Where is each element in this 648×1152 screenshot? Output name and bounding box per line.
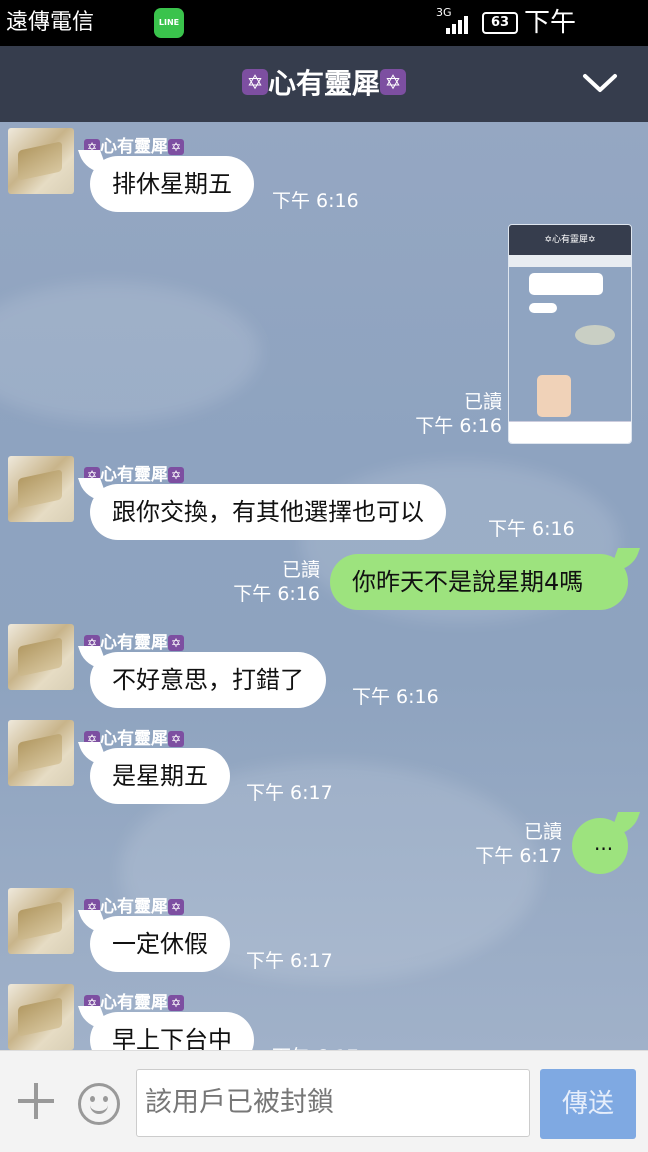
star-of-david-icon: ✡ xyxy=(380,69,406,95)
thumbnail-sticker xyxy=(575,325,615,345)
avatar[interactable] xyxy=(8,720,74,786)
chat-title-text: 心有靈犀 xyxy=(267,67,380,100)
message-meta: 已讀 下午 6:16 xyxy=(380,390,502,438)
input-bar: 該用戶已被封鎖 傳送 xyxy=(0,1050,648,1152)
line-app-icon: LINE xyxy=(154,8,184,38)
message-time: 下午 6:17 xyxy=(272,1042,359,1050)
avatar[interactable] xyxy=(8,456,74,522)
message-time: 下午 6:16 xyxy=(352,686,439,708)
avatar[interactable] xyxy=(8,888,74,954)
image-message[interactable]: ✡心有靈犀✡ xyxy=(508,224,632,444)
message-time: 下午 6:17 xyxy=(475,845,562,867)
chat-area[interactable]: ✡ 心有靈犀 ✡ 排休星期五 下午 6:16 ✡心有靈犀✡ 已讀 下午 6:16 ✡… xyxy=(0,122,648,1050)
read-receipt: 已讀 xyxy=(523,821,562,843)
message-input[interactable]: 該用戶已被封鎖 xyxy=(136,1069,530,1137)
read-receipt: 已讀 xyxy=(281,559,320,581)
message-bubble[interactable]: 不好意思，打錯了 xyxy=(90,652,326,708)
message-time: 下午 6:17 xyxy=(246,950,333,972)
battery-icon: 63 xyxy=(482,12,518,34)
message-time: 下午 6:16 xyxy=(233,583,320,605)
message-meta: 已讀 下午 6:16 xyxy=(200,558,320,606)
message-time: 下午 6:17 xyxy=(246,782,333,804)
chat-title[interactable]: ✡ 心有靈犀 ✡ xyxy=(0,46,648,122)
thumbnail-bubble xyxy=(529,273,603,295)
message-bubble[interactable]: 排休星期五 xyxy=(90,156,254,212)
chevron-down-icon[interactable] xyxy=(582,68,618,98)
send-button[interactable]: 傳送 xyxy=(540,1069,636,1139)
thumbnail-header: ✡心有靈犀✡ xyxy=(509,225,631,255)
thumbnail-photo xyxy=(537,375,571,417)
message-bubble[interactable]: 一定休假 xyxy=(90,916,230,972)
thumbnail-input xyxy=(509,421,631,443)
thumbnail-tabs xyxy=(509,255,631,267)
avatar[interactable] xyxy=(8,128,74,194)
message-bubble[interactable]: 跟你交換，有其他選擇也可以 xyxy=(90,484,446,540)
message-time: 下午 6:16 xyxy=(415,415,502,437)
signal-icon xyxy=(446,16,472,34)
message-bubble[interactable]: 你昨天不是說星期4嗎 xyxy=(330,554,628,610)
plus-icon[interactable] xyxy=(16,1081,56,1121)
message-time: 下午 6:16 xyxy=(272,190,359,212)
message-meta: 已讀 下午 6:17 xyxy=(440,820,562,868)
emoji-icon[interactable] xyxy=(78,1083,120,1125)
chat-header: ✡ 心有靈犀 ✡ xyxy=(0,46,648,122)
message-time: 下午 6:16 xyxy=(488,518,575,540)
message-bubble[interactable]: 早上下台中 xyxy=(90,1012,254,1050)
message-bubble[interactable]: 是星期五 xyxy=(90,748,230,804)
message-bubble[interactable]: ... xyxy=(572,818,628,874)
carrier-label: 遠傳電信 xyxy=(6,10,95,35)
thumbnail-bubble xyxy=(529,303,557,313)
read-receipt: 已讀 xyxy=(463,391,502,413)
avatar[interactable] xyxy=(8,624,74,690)
cloud-decoration xyxy=(0,282,260,422)
star-of-david-icon: ✡ xyxy=(241,69,268,95)
status-bar: 遠傳電信 LINE 3G 63 下午04:40 xyxy=(0,0,648,84)
avatar[interactable] xyxy=(8,984,74,1050)
